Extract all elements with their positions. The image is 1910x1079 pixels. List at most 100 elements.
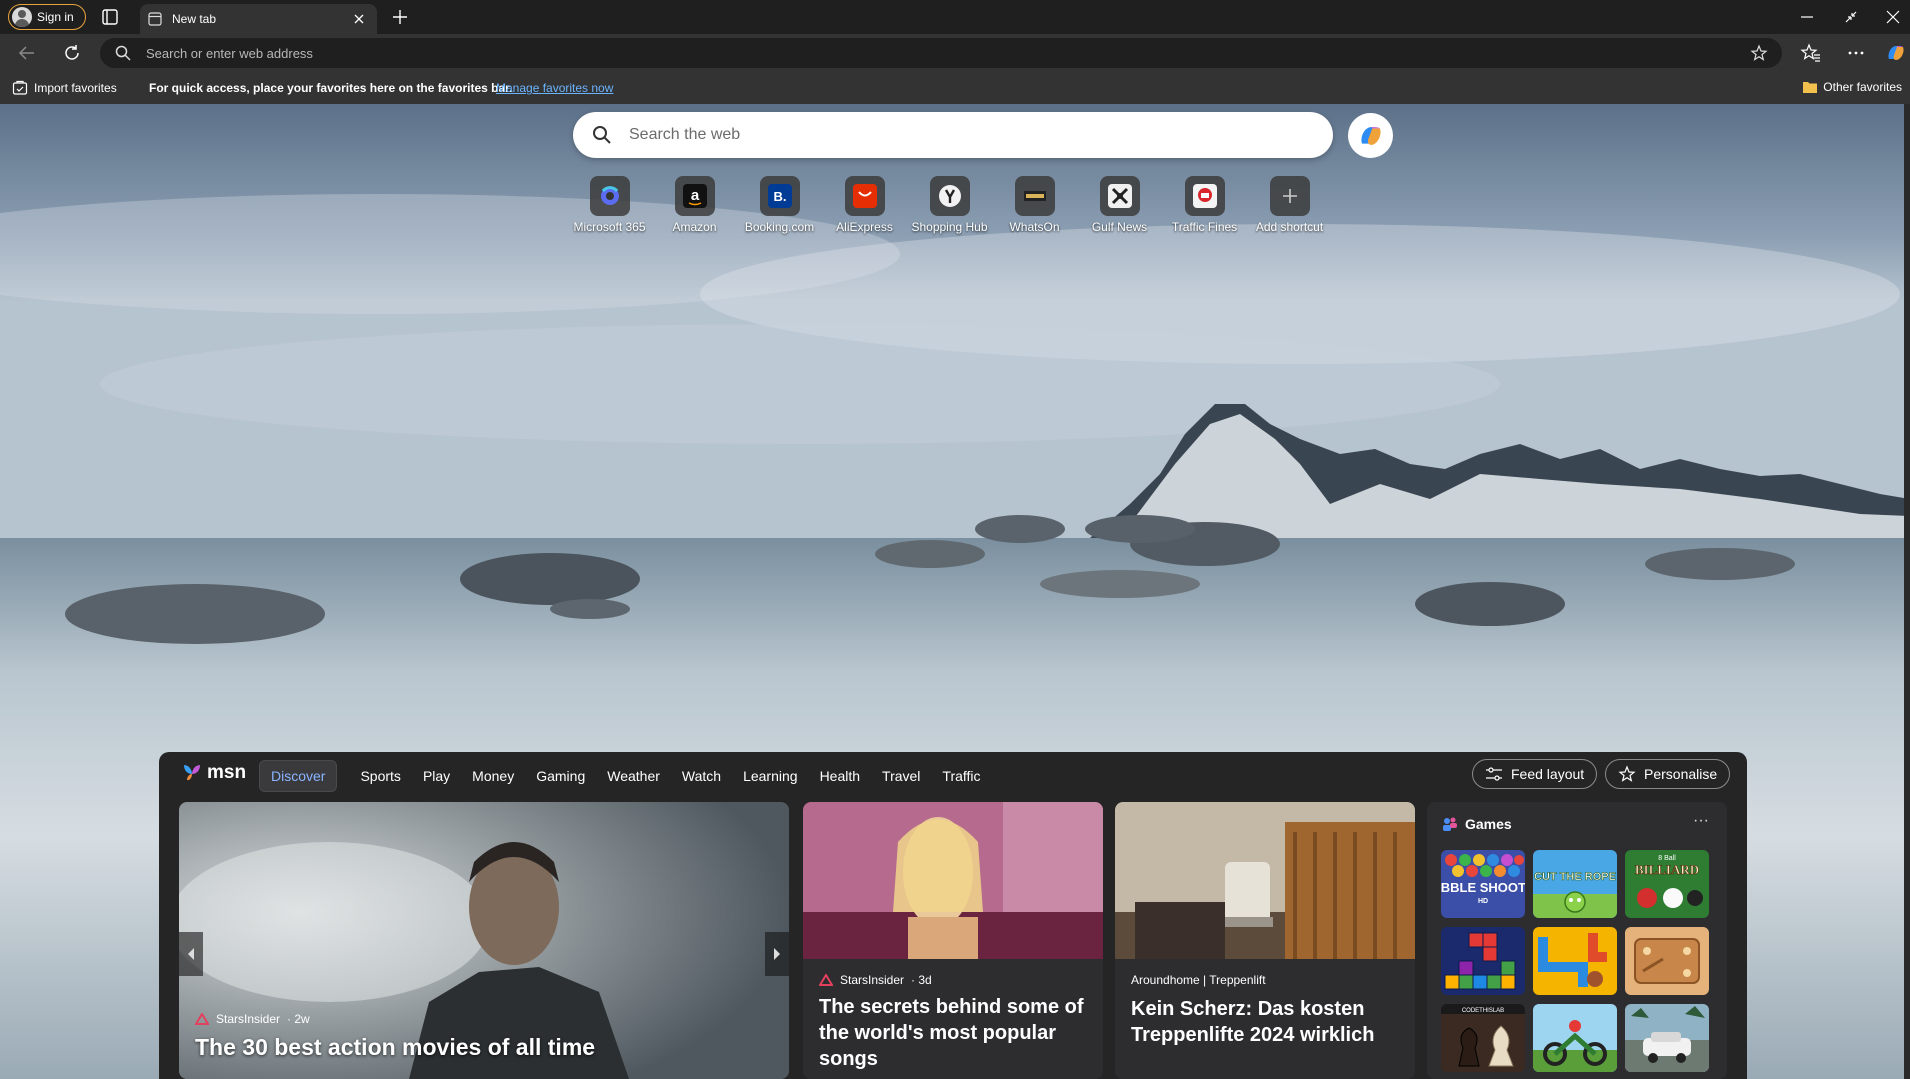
web-search-box[interactable]: Search the web xyxy=(573,112,1333,158)
feed-layout-label: Feed layout xyxy=(1511,766,1585,782)
shortcut-gulf-news[interactable]: Gulf News xyxy=(1077,176,1162,234)
source-age: · 2w xyxy=(287,1012,310,1026)
tab-discover[interactable]: Discover xyxy=(259,760,338,792)
tab-weather[interactable]: Weather xyxy=(596,761,671,791)
close-tab-icon[interactable] xyxy=(351,11,367,27)
traffic-fines-icon xyxy=(1184,176,1225,216)
game-tile-chess[interactable]: CODETHISLAB xyxy=(1441,1004,1525,1072)
feed-layout-button[interactable]: Feed layout xyxy=(1472,759,1598,789)
starsinsider-icon xyxy=(195,1013,209,1025)
games-more-button[interactable]: ··· xyxy=(1693,812,1709,830)
card-headline: The secrets behind some of the world's m… xyxy=(819,996,1084,1070)
refresh-icon[interactable] xyxy=(61,42,83,64)
game-tile-bubble-shooter[interactable]: BUBBLE SHOOTER HD xyxy=(1441,850,1525,918)
more-options-icon[interactable] xyxy=(1845,42,1867,64)
cut-the-rope-art: CUT THE ROPE xyxy=(1533,850,1617,918)
address-bar[interactable]: Search or enter web address xyxy=(100,38,1782,68)
tab-sports[interactable]: Sports xyxy=(349,761,411,791)
game-tile-moto-race[interactable] xyxy=(1533,1004,1617,1072)
card-source: StarsInsider · 2w xyxy=(195,1012,310,1026)
tab-health[interactable]: Health xyxy=(809,761,871,791)
tab-title: New tab xyxy=(172,12,217,26)
tab-new-tab[interactable]: New tab xyxy=(140,4,377,34)
back-arrow-icon[interactable] xyxy=(16,42,38,64)
import-favorites-button[interactable]: Import favorites xyxy=(12,80,117,96)
pipes-art xyxy=(1533,927,1617,995)
shortcut-label: Shopping Hub xyxy=(911,220,988,234)
add-favorite-star-icon[interactable] xyxy=(1750,44,1768,62)
billiard-art: 8 Ball BILLIARD xyxy=(1625,850,1709,918)
tab-watch[interactable]: Watch xyxy=(671,761,732,791)
chevron-left-icon xyxy=(188,948,194,960)
shortcut-add[interactable]: Add shortcut xyxy=(1247,176,1332,234)
whatson-icon xyxy=(1014,176,1055,216)
carousel-prev-button[interactable] xyxy=(179,932,203,976)
tab-play[interactable]: Play xyxy=(412,761,461,791)
shortcut-traffic-fines[interactable]: Traffic Fines xyxy=(1162,176,1247,234)
chess-art: CODETHISLAB xyxy=(1441,1004,1525,1072)
msn-feed: msn Discover Sports Play Money Gaming We… xyxy=(159,752,1747,1079)
games-people-icon xyxy=(1443,817,1457,831)
tab-gaming[interactable]: Gaming xyxy=(525,761,596,791)
svg-text:CODETHISLAB: CODETHISLAB xyxy=(1462,1008,1504,1014)
shortcut-aliexpress[interactable]: AliExpress xyxy=(822,176,907,234)
news-card[interactable]: Aroundhome | Treppenlift Kein Scherz: Da… xyxy=(1115,802,1415,1079)
sign-in-button[interactable]: Sign in xyxy=(8,4,86,30)
news-card-hero[interactable]: StarsInsider · 2w The 30 best action mov… xyxy=(179,802,789,1079)
plus-icon xyxy=(1269,176,1310,216)
tab-traffic[interactable]: Traffic xyxy=(931,761,991,791)
games-header: Games xyxy=(1441,816,1512,832)
shortcut-shopping-hub[interactable]: Shopping Hub xyxy=(907,176,992,234)
card-headline: The 30 best action movies of all time xyxy=(195,1034,596,1060)
close-window-icon[interactable] xyxy=(1882,6,1904,28)
concert-photo xyxy=(803,802,1103,959)
minimize-icon[interactable] xyxy=(1796,6,1818,28)
other-favorites-folder[interactable]: Other favorites xyxy=(1802,80,1902,94)
copilot-button[interactable] xyxy=(1348,113,1393,158)
tab-travel[interactable]: Travel xyxy=(871,761,931,791)
tab-actions-icon[interactable] xyxy=(100,7,120,27)
msn-logo[interactable]: msn xyxy=(181,762,246,784)
shortcut-label: Amazon xyxy=(672,220,717,234)
game-tile-block-puzzle[interactable] xyxy=(1441,927,1525,995)
copilot-icon[interactable] xyxy=(1885,42,1907,64)
aliexpress-icon xyxy=(844,176,885,216)
source-age: · 3d xyxy=(911,973,932,987)
block-puzzle-art xyxy=(1441,927,1525,995)
toolbar: Search or enter web address xyxy=(0,34,1910,72)
shortcut-amazon[interactable]: a Amazon xyxy=(652,176,737,234)
shortcuts-row: Microsoft 365 a Amazon B. Booking.com Al… xyxy=(567,176,1332,234)
page-scrollbar[interactable] xyxy=(1904,104,1910,1079)
search-icon xyxy=(115,45,131,61)
new-tab-plus-icon[interactable] xyxy=(390,7,410,27)
shortcut-booking[interactable]: B. Booking.com xyxy=(737,176,822,234)
news-card[interactable]: StarsInsider · 3d The secrets behind som… xyxy=(803,802,1103,1079)
wood-puzzle-art xyxy=(1625,927,1709,995)
game-tile-cut-the-rope[interactable]: CUT THE ROPE xyxy=(1533,850,1617,918)
folder-icon xyxy=(1803,82,1818,93)
tab-learning[interactable]: Learning xyxy=(732,761,809,791)
favorites-bar: Import favorites For quick access, place… xyxy=(0,72,1910,105)
svg-text:a: a xyxy=(690,187,699,204)
source-name: StarsInsider xyxy=(216,1012,281,1026)
car-drive-art xyxy=(1625,1004,1709,1072)
carousel-next-button[interactable] xyxy=(765,932,789,976)
shortcut-microsoft-365[interactable]: Microsoft 365 xyxy=(567,176,652,234)
card-source: StarsInsider · 3d xyxy=(819,973,932,987)
game-tile-wood-puzzle[interactable] xyxy=(1625,927,1709,995)
sign-in-label: Sign in xyxy=(37,10,74,24)
game-tile-car-drive[interactable] xyxy=(1625,1004,1709,1072)
restore-icon[interactable] xyxy=(1840,6,1862,28)
tab-money[interactable]: Money xyxy=(461,761,525,791)
svg-text:HD: HD xyxy=(1478,898,1488,905)
shortcut-label: Traffic Fines xyxy=(1171,220,1238,234)
shortcut-whatson[interactable]: WhatsOn xyxy=(992,176,1077,234)
manage-favorites-link[interactable]: Manage favorites now xyxy=(496,81,613,95)
game-tile-billiard[interactable]: 8 Ball BILLIARD xyxy=(1625,850,1709,918)
source-name: StarsInsider xyxy=(840,973,905,987)
favorites-icon[interactable] xyxy=(1800,42,1822,64)
search-icon xyxy=(593,126,611,144)
personalise-label: Personalise xyxy=(1644,766,1718,782)
personalise-button[interactable]: Personalise xyxy=(1605,759,1731,789)
game-tile-pipes[interactable] xyxy=(1533,927,1617,995)
